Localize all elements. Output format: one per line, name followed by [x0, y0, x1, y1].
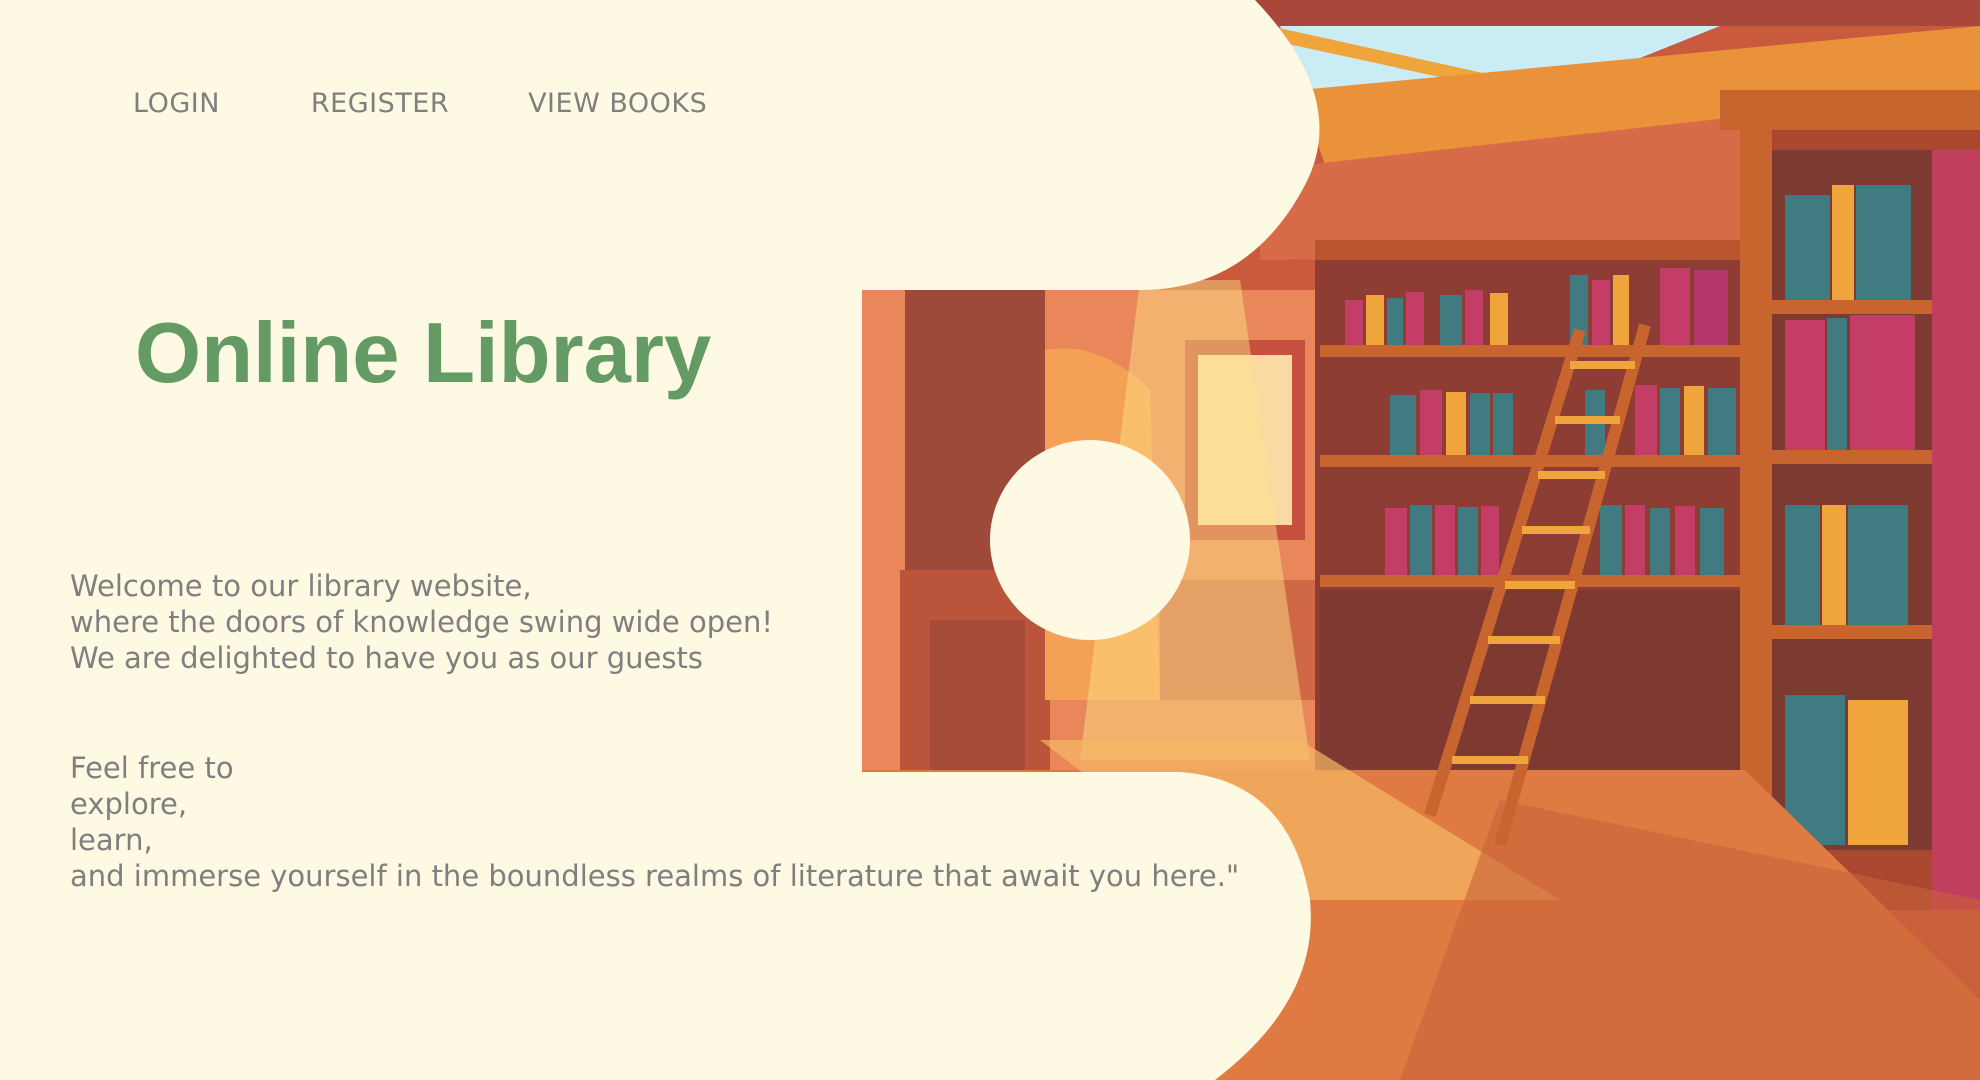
cream-circle: [990, 440, 1190, 640]
back-shelf-top: [1315, 240, 1745, 260]
welcome-paragraph: Welcome to our library website, where th…: [70, 568, 773, 676]
explore-line: and immerse yourself in the boundless re…: [70, 859, 1240, 893]
view-books-link[interactable]: VIEW BOOKS: [528, 88, 707, 119]
bookcase-edge: [1932, 150, 1980, 910]
shelf-board-2: [1320, 455, 1740, 467]
ceiling-beam: [1240, 0, 1980, 26]
tall-bookcase-books: [1785, 185, 1915, 845]
explore-paragraph: Feel free to explore, learn, and immerse…: [70, 750, 1239, 894]
shelf-board-1: [1320, 345, 1740, 357]
welcome-line: Welcome to our library website,: [70, 569, 532, 603]
explore-line: Feel free to: [70, 751, 234, 785]
page-title: Online Library: [135, 306, 712, 401]
explore-line: learn,: [70, 823, 153, 857]
welcome-line: where the doors of knowledge swing wide …: [70, 605, 773, 639]
explore-line: explore,: [70, 787, 188, 821]
welcome-line: We are delighted to have you as our gues…: [70, 641, 703, 675]
register-link[interactable]: REGISTER: [311, 88, 449, 119]
login-link[interactable]: LOGIN: [133, 88, 220, 119]
tall-bookcase-top: [1720, 90, 1980, 130]
library-interior-illustration: [0, 0, 1980, 1080]
top-nav: LOGIN REGISTER VIEW BOOKS: [133, 88, 707, 119]
page: LOGIN REGISTER VIEW BOOKS Online Library…: [0, 0, 1980, 1080]
pillar-panel: [930, 620, 1025, 770]
